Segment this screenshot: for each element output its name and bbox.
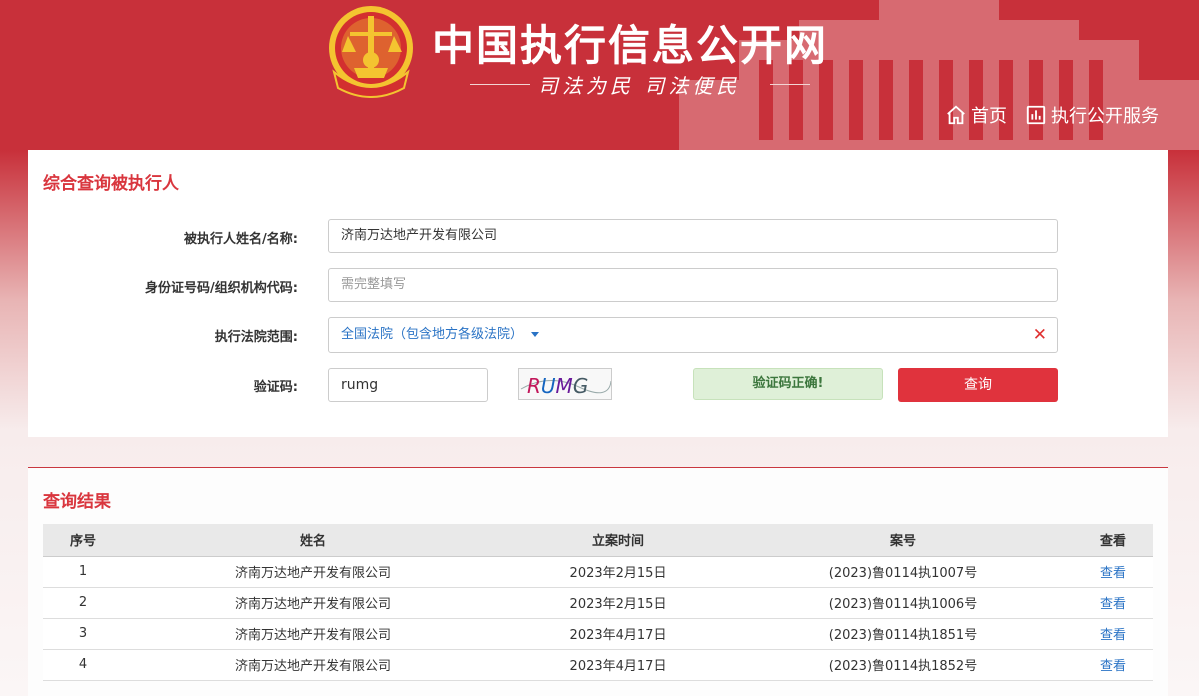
captcha-label: 验证码: bbox=[253, 380, 298, 395]
captcha-image-text: RUMG bbox=[527, 374, 588, 398]
top-nav: 首页 执行公开服务 bbox=[945, 102, 1159, 128]
search-panel: 综合查询被执行人 被执行人姓名/名称: 济南万达地产开发有限公司 身份证号码/组… bbox=[28, 150, 1168, 437]
view-link[interactable]: 查看 bbox=[1100, 566, 1126, 581]
cell-name: 济南万达地产开发有限公司 bbox=[123, 618, 503, 650]
cell-name: 济南万达地产开发有限公司 bbox=[123, 649, 503, 681]
column-header-view: 查看 bbox=[1073, 524, 1153, 557]
court-select-value: 全国法院（包含地方各级法院） bbox=[341, 327, 524, 342]
cell-index: 2 bbox=[43, 587, 123, 619]
caret-down-icon bbox=[531, 332, 540, 337]
slogan-text: 司法为民 司法便民 bbox=[538, 74, 741, 98]
query-button[interactable]: 查询 bbox=[898, 368, 1058, 402]
cell-view: 查看 bbox=[1073, 556, 1153, 588]
captcha-image[interactable]: RUMG bbox=[518, 368, 612, 400]
site-title: 中国执行信息公开网 bbox=[432, 21, 829, 70]
clear-icon[interactable]: ✕ bbox=[1033, 318, 1047, 352]
view-link[interactable]: 查看 bbox=[1100, 597, 1126, 612]
cell-view: 查看 bbox=[1073, 618, 1153, 650]
home-icon bbox=[947, 105, 965, 125]
cell-date: 2023年4月17日 bbox=[503, 618, 733, 650]
name-label: 被执行人姓名/名称: bbox=[184, 232, 298, 247]
table-row: 4 济南万达地产开发有限公司 2023年4月17日 (2023)鲁0114执18… bbox=[43, 649, 1153, 681]
cell-index: 4 bbox=[43, 649, 123, 681]
court-select[interactable]: 全国法院（包含地方各级法院） ✕ bbox=[328, 317, 1058, 353]
court-label: 执行法院范围: bbox=[214, 330, 298, 345]
cell-name: 济南万达地产开发有限公司 bbox=[123, 556, 503, 588]
column-header-date: 立案时间 bbox=[503, 524, 733, 557]
cell-date: 2023年4月17日 bbox=[503, 649, 733, 681]
table-row: 1 济南万达地产开发有限公司 2023年2月15日 (2023)鲁0114执10… bbox=[43, 556, 1153, 588]
nav-execution-services[interactable]: 执行公开服务 bbox=[1025, 102, 1159, 128]
captcha-image-graphic: RUMG bbox=[520, 374, 611, 398]
name-input[interactable]: 济南万达地产开发有限公司 bbox=[328, 219, 1058, 253]
slogan-divider-right bbox=[770, 84, 810, 85]
column-header-index: 序号 bbox=[43, 524, 123, 557]
view-link[interactable]: 查看 bbox=[1100, 628, 1126, 643]
cell-date: 2023年2月15日 bbox=[503, 587, 733, 619]
site-slogan: 司法为民 司法便民 bbox=[470, 70, 810, 100]
captcha-input[interactable]: rumg bbox=[328, 368, 488, 402]
nav-execution-services-label: 执行公开服务 bbox=[1051, 106, 1159, 127]
search-panel-title: 综合查询被执行人 bbox=[43, 174, 179, 194]
cell-index: 3 bbox=[43, 618, 123, 650]
id-input[interactable]: 需完整填写 bbox=[328, 268, 1058, 302]
table-row: 2 济南万达地产开发有限公司 2023年2月15日 (2023)鲁0114执10… bbox=[43, 587, 1153, 619]
court-emblem-icon bbox=[329, 6, 413, 98]
cell-date: 2023年2月15日 bbox=[503, 556, 733, 588]
cell-view: 查看 bbox=[1073, 587, 1153, 619]
column-header-name: 姓名 bbox=[123, 524, 503, 557]
column-header-case: 案号 bbox=[733, 524, 1073, 557]
id-label: 身份证号码/组织机构代码: bbox=[145, 281, 298, 296]
view-link[interactable]: 查看 bbox=[1100, 659, 1126, 674]
table-row: 3 济南万达地产开发有限公司 2023年4月17日 (2023)鲁0114执18… bbox=[43, 618, 1153, 650]
slogan-divider-left bbox=[470, 84, 530, 85]
table-header-row: 序号 姓名 立案时间 案号 查看 bbox=[43, 524, 1153, 557]
results-panel-title: 查询结果 bbox=[43, 492, 111, 512]
cell-case: (2023)鲁0114执1007号 bbox=[733, 556, 1073, 588]
captcha-status-badge: 验证码正确! bbox=[693, 368, 883, 400]
site-header: 中国执行信息公开网 司法为民 司法便民 首页 执行公开服务 bbox=[0, 0, 1199, 150]
chart-icon bbox=[1026, 105, 1046, 125]
nav-home-label: 首页 bbox=[971, 106, 1007, 127]
cell-case: (2023)鲁0114执1006号 bbox=[733, 587, 1073, 619]
cell-case: (2023)鲁0114执1852号 bbox=[733, 649, 1073, 681]
cell-index: 1 bbox=[43, 556, 123, 588]
cell-case: (2023)鲁0114执1851号 bbox=[733, 618, 1073, 650]
results-table: 序号 姓名 立案时间 案号 查看 1 济南万达地产开发有限公司 2023年2月1… bbox=[43, 524, 1153, 681]
cell-view: 查看 bbox=[1073, 649, 1153, 681]
results-panel: 查询结果 序号 姓名 立案时间 案号 查看 1 济南万达地产开发有限公司 202… bbox=[28, 467, 1168, 696]
nav-home[interactable]: 首页 bbox=[945, 102, 1007, 128]
cell-name: 济南万达地产开发有限公司 bbox=[123, 587, 503, 619]
